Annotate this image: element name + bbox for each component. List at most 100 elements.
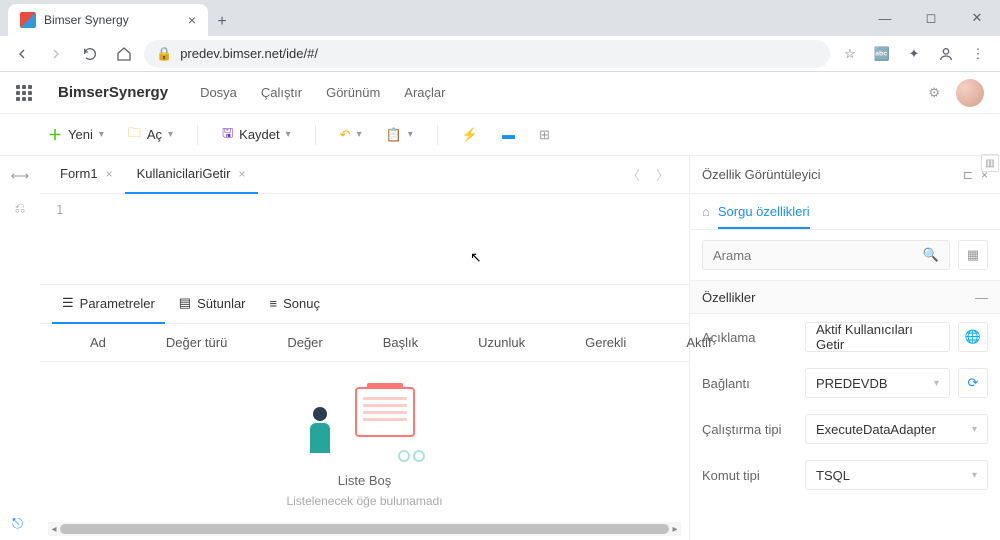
right-rail: ▥ xyxy=(980,150,1000,172)
panel-toggle-icon[interactable]: ▥ xyxy=(981,154,999,172)
runtype-select[interactable]: ExecuteDataAdapter▾ xyxy=(805,414,988,444)
editor-tab-kullanicilari[interactable]: KullanicilariGetir × xyxy=(125,156,258,194)
profile-icon[interactable] xyxy=(932,40,960,68)
bottom-tabs: ☰ Parametreler ▤ Sütunlar ≡ Sonuç xyxy=(40,284,689,324)
empty-state: Liste Boş Listelenecek öğe bulunamadı xyxy=(40,362,689,522)
tab-label: Sütunlar xyxy=(197,296,245,311)
new-tab-button[interactable]: + xyxy=(208,8,236,36)
browser-tab[interactable]: Bimser Synergy × xyxy=(8,4,208,36)
tab-label: Form1 xyxy=(60,166,98,181)
save-button[interactable]: 🖫 Kaydet ▾ xyxy=(214,120,299,150)
translate-icon[interactable]: 🔤 xyxy=(868,40,896,68)
inspect-icon[interactable]: ⊞ xyxy=(531,123,558,147)
lock-icon: 🔒 xyxy=(156,46,172,62)
editor-tab-form1[interactable]: Form1 × xyxy=(48,156,125,194)
tab-parameters[interactable]: ☰ Parametreler xyxy=(52,284,165,324)
col-length: Uzunluk xyxy=(478,335,525,350)
property-panel: Özellik Görüntüleyici ⊏ × ⌂ Sorgu özelli… xyxy=(690,156,1000,540)
prop-label: Açıklama xyxy=(702,330,797,345)
chevron-down-icon: ▾ xyxy=(934,378,939,389)
star-icon[interactable]: ☆ xyxy=(836,40,864,68)
tab-result[interactable]: ≡ Sonuç xyxy=(260,284,330,324)
flash-icon[interactable]: ⚡ xyxy=(454,123,486,147)
menu-view[interactable]: Görünüm xyxy=(326,85,380,100)
connection-select[interactable]: PREDEVDB▾ xyxy=(805,368,950,398)
scroll-right-icon[interactable]: ▸ xyxy=(669,522,681,536)
minimize-button[interactable]: ― xyxy=(862,0,908,36)
open-button[interactable]: 🗀 Aç ▾ xyxy=(120,120,181,150)
gear-icon[interactable]: ⚙ xyxy=(928,85,940,101)
prop-label: Çalıştırma tipi xyxy=(702,422,797,437)
left-rail: ⟷ ⎌ xyxy=(0,156,40,540)
pin-icon[interactable]: ⊏ xyxy=(963,168,973,182)
search-row: 🔍 ▦ xyxy=(690,230,1000,280)
folder-icon: 🗀 xyxy=(128,124,141,146)
property-tabs: ⌂ Sorgu özellikleri xyxy=(690,194,1000,230)
tab-title: Bimser Synergy xyxy=(44,13,180,27)
empty-title: Liste Boş xyxy=(338,473,391,488)
forward-button[interactable] xyxy=(42,40,70,68)
branch-icon[interactable]: ⎌ xyxy=(15,200,25,216)
cmdtype-select[interactable]: TSQL▾ xyxy=(805,460,988,490)
home-button[interactable] xyxy=(110,40,138,68)
bottom-left-icon[interactable]: ⎋ xyxy=(12,515,23,532)
list-icon: ≡ xyxy=(270,296,278,311)
col-title: Başlık xyxy=(383,335,418,350)
close-icon[interactable]: × xyxy=(239,167,246,181)
tab-next-icon[interactable]: 〉 xyxy=(652,161,673,188)
refresh-button[interactable]: ⟳ xyxy=(958,368,988,398)
section-header[interactable]: Özellikler — xyxy=(690,280,1000,314)
description-input[interactable]: Aktif Kullanıcıları Getir xyxy=(805,322,950,352)
main-area: ⟷ ⎌ Form1 × KullanicilariGetir × 〈 〉 1 ↖… xyxy=(0,156,1000,540)
menu-tools[interactable]: Araçlar xyxy=(404,85,445,100)
tab-columns[interactable]: ▤ Sütunlar xyxy=(169,284,256,324)
menu-file[interactable]: Dosya xyxy=(200,85,237,100)
horizontal-scrollbar[interactable]: ◂ ▸ xyxy=(48,522,681,536)
clipboard-button[interactable]: 📋▾ xyxy=(378,123,421,147)
url-field[interactable]: 🔒 predev.bimser.net/ide/#/ xyxy=(144,40,830,68)
separator xyxy=(437,125,438,145)
section-title: Özellikler xyxy=(702,290,755,305)
scroll-left-icon[interactable]: ◂ xyxy=(48,522,60,536)
floppy-icon: 🖫 xyxy=(222,124,233,146)
search-icon: 🔍 xyxy=(923,247,939,263)
extensions-icon[interactable]: ✦ xyxy=(900,40,928,68)
chevron-down-icon: ▾ xyxy=(99,129,104,140)
col-name: Ad xyxy=(90,335,106,350)
badge-icon[interactable]: ▬ xyxy=(494,123,523,146)
search-field[interactable] xyxy=(713,248,923,263)
layout-toggle-button[interactable]: ▦ xyxy=(958,240,988,270)
open-label: Aç xyxy=(147,127,162,142)
tab-label: Sonuç xyxy=(283,296,320,311)
toolbar: ＋ Yeni ▾ 🗀 Aç ▾ 🖫 Kaydet ▾ ↶▾ 📋▾ ⚡ ▬ ⊞ xyxy=(0,114,1000,156)
chrome-menu-icon[interactable]: ⋮ xyxy=(964,40,992,68)
sliders-icon[interactable]: ⟷ xyxy=(11,168,30,184)
grid-header: Ad Değer türü Değer Başlık Uzunluk Gerek… xyxy=(40,324,689,362)
reload-button[interactable] xyxy=(76,40,104,68)
menu-run[interactable]: Çalıştır xyxy=(261,85,302,100)
apps-grid-icon[interactable] xyxy=(16,85,34,101)
favicon xyxy=(20,12,36,28)
columns-icon: ▤ xyxy=(179,295,191,311)
close-window-button[interactable]: ✕ xyxy=(954,0,1000,36)
tab-prev-icon[interactable]: 〈 xyxy=(623,161,644,188)
close-icon[interactable]: × xyxy=(106,167,113,181)
tab-query-properties[interactable]: Sorgu özellikleri xyxy=(718,204,810,229)
translate-button[interactable]: 🌐 xyxy=(958,322,988,352)
new-button[interactable]: ＋ Yeni ▾ xyxy=(40,121,112,149)
chevron-down-icon: ▾ xyxy=(286,129,291,140)
empty-subtitle: Listelenecek öğe bulunamadı xyxy=(286,494,442,508)
undo-button[interactable]: ↶▾ xyxy=(332,123,370,147)
code-editor[interactable]: 1 ↖ xyxy=(40,194,689,284)
back-button[interactable] xyxy=(8,40,36,68)
maximize-button[interactable]: ◻ xyxy=(908,0,954,36)
separator xyxy=(197,125,198,145)
close-tab-icon[interactable]: × xyxy=(188,12,196,28)
empty-illustration xyxy=(305,377,425,467)
home-icon[interactable]: ⌂ xyxy=(702,204,710,219)
tab-label: KullanicilariGetir xyxy=(137,166,231,181)
collapse-icon[interactable]: — xyxy=(975,290,988,305)
avatar[interactable] xyxy=(956,79,984,107)
search-input[interactable]: 🔍 xyxy=(702,240,950,270)
editor-tabs: Form1 × KullanicilariGetir × 〈 〉 xyxy=(40,156,689,194)
